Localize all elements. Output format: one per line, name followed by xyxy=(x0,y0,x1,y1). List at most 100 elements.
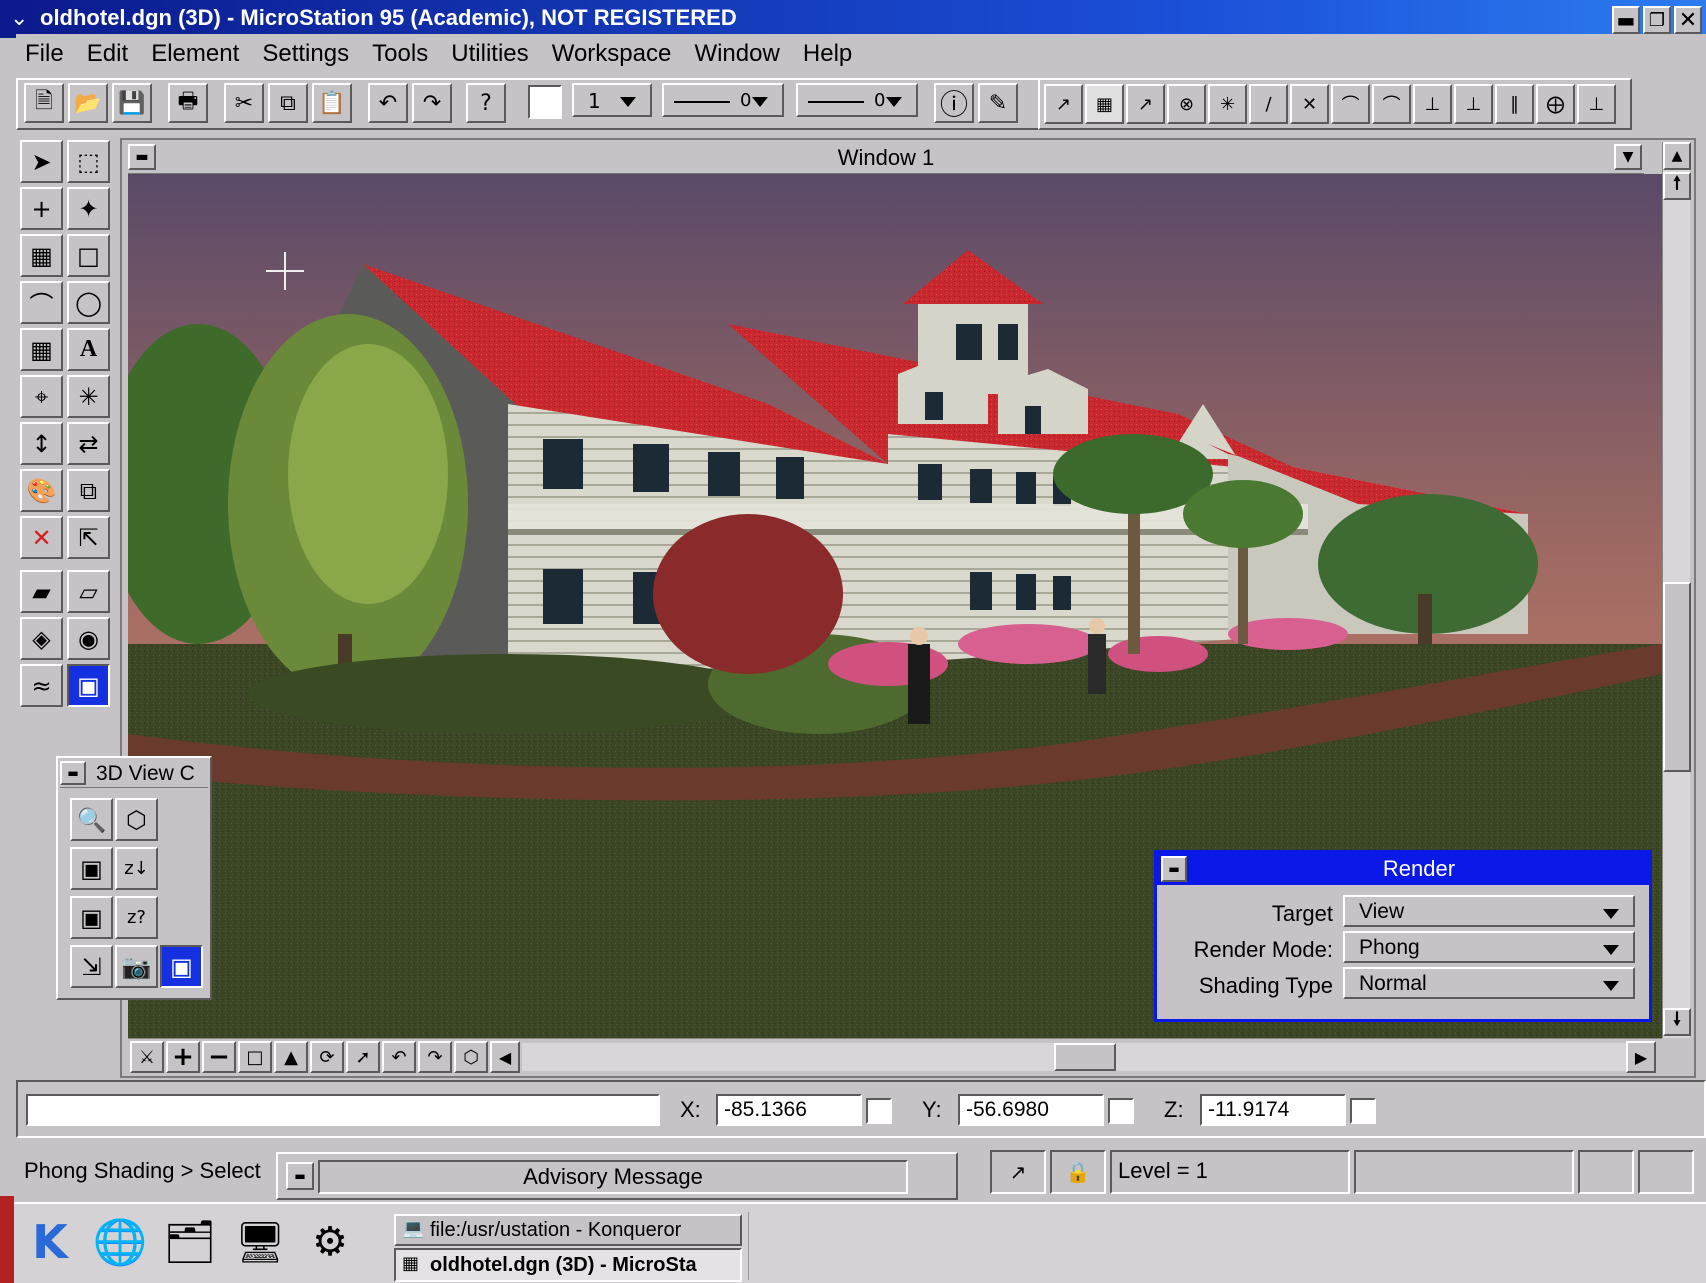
menu-file[interactable]: File xyxy=(16,34,73,74)
scroll-down-icon[interactable]: 🠗 xyxy=(1663,1008,1691,1036)
snap-bisector-icon[interactable]: ∕ xyxy=(1249,84,1288,124)
camera-icon[interactable]: 📷 xyxy=(115,945,158,988)
menu-help[interactable]: Help xyxy=(794,34,861,74)
snap-center-icon[interactable]: ⊗ xyxy=(1167,84,1206,124)
save-icon[interactable]: 💾 xyxy=(112,83,152,123)
scale-icon[interactable]: ⇱ xyxy=(67,516,110,559)
line-weight-combo[interactable]: 0 xyxy=(796,83,918,117)
dimension-size-icon[interactable]: ⇄ xyxy=(67,422,110,465)
solid-modify-icon[interactable]: ◉ xyxy=(67,617,110,660)
x-lock-checkbox[interactable] xyxy=(866,1098,892,1124)
arc-icon[interactable]: ⌒ xyxy=(20,281,63,324)
menu-tools[interactable]: Tools xyxy=(363,34,437,74)
info-icon[interactable]: ⓘ xyxy=(934,83,974,123)
snap-perpendicular-icon[interactable]: ⊥ xyxy=(1413,84,1452,124)
pan-view-icon[interactable]: ➚ xyxy=(346,1041,380,1073)
cell-icon[interactable]: ▦ xyxy=(20,328,63,371)
hatch-icon[interactable]: ▦ xyxy=(20,234,63,277)
fence-icon[interactable]: ⬚ xyxy=(67,140,110,183)
vertical-scroll-thumb[interactable] xyxy=(1663,582,1691,772)
menu-utilities[interactable]: Utilities xyxy=(442,34,537,74)
horizontal-scrollbar[interactable] xyxy=(522,1043,1626,1071)
home-folder-icon[interactable]: 🗂 xyxy=(158,1210,222,1274)
maximize-icon[interactable]: ❐ xyxy=(1643,6,1671,34)
zoom-view-icon[interactable]: 🔍 xyxy=(70,798,113,841)
browser-globe-icon[interactable]: 🌐 xyxy=(88,1210,152,1274)
text-icon[interactable]: A xyxy=(67,328,110,371)
palette-icon[interactable]: 🎨 xyxy=(20,469,63,512)
select-element-icon[interactable]: ➤ xyxy=(20,140,63,183)
level-combo[interactable]: 1 xyxy=(572,83,652,117)
task-konqueror[interactable]: 💻 file:/usr/ustation - Konqueror xyxy=(394,1214,742,1246)
view-cube-icon[interactable]: ⬡ xyxy=(454,1041,488,1073)
window-area-icon[interactable]: □ xyxy=(238,1041,272,1073)
snap-through-point-icon[interactable]: ⨁ xyxy=(1536,84,1575,124)
menu-window[interactable]: Window xyxy=(685,34,788,74)
modify-icon[interactable]: ✳ xyxy=(67,375,110,418)
new-file-icon[interactable]: 🗎 xyxy=(24,83,64,123)
scroll-up-icon[interactable]: 🠕 xyxy=(1663,172,1691,200)
zoom-out-icon[interactable]: − xyxy=(202,1041,236,1073)
view-previous-icon[interactable]: ↶ xyxy=(382,1041,416,1073)
minimize-icon[interactable]: ▬ xyxy=(1612,6,1640,34)
rotate-view-icon[interactable]: ⟳ xyxy=(310,1041,344,1073)
scroll-left-icon[interactable]: ◀ xyxy=(490,1041,520,1073)
fit-view-icon[interactable]: ▲ xyxy=(274,1041,308,1073)
snap-nearest-icon[interactable]: ↗ xyxy=(1044,84,1083,124)
print-icon[interactable]: 🖶 xyxy=(168,83,208,123)
palette-menu-icon[interactable]: ▬ xyxy=(60,761,86,785)
z-coordinate-field[interactable]: -11.9174 xyxy=(1200,1094,1346,1126)
delete-icon[interactable]: ✕ xyxy=(20,516,63,559)
snap-intersection-icon[interactable]: ✕ xyxy=(1290,84,1329,124)
zoom-in-icon[interactable]: + xyxy=(166,1041,200,1073)
menu-edit[interactable]: Edit xyxy=(78,34,137,74)
render-cube-icon[interactable]: ▣ xyxy=(67,664,110,707)
manipulate-icon[interactable]: ✦ xyxy=(67,187,110,230)
mesh-icon[interactable]: ≈ xyxy=(20,664,63,707)
view-window-dropdown-icon[interactable]: ▼ xyxy=(1614,144,1642,170)
snap-tangent-icon[interactable]: ⌒ xyxy=(1331,84,1370,124)
snap-tangent-from-icon[interactable]: ⌒ xyxy=(1372,84,1411,124)
app-launcher-icon[interactable]: ⚙ xyxy=(298,1210,362,1274)
view-rotation-icon[interactable]: ⬡ xyxy=(115,798,158,841)
change-view-depth-icon[interactable]: z↓ xyxy=(115,847,158,890)
tool-settings-icon[interactable]: ✎ xyxy=(978,83,1018,123)
snap-point-on-icon[interactable]: ⊥ xyxy=(1577,84,1616,124)
surface-modify-icon[interactable]: ▱ xyxy=(67,570,110,613)
redo-icon[interactable]: ↷ xyxy=(412,83,452,123)
camera-setup-icon[interactable]: ▣ xyxy=(70,847,113,890)
place-point-icon[interactable]: + xyxy=(20,187,63,230)
cut-icon[interactable]: ✂ xyxy=(224,83,264,123)
undo-icon[interactable]: ↶ xyxy=(368,83,408,123)
menu-workspace[interactable]: Workspace xyxy=(543,34,681,74)
kde-menu-icon[interactable]: K xyxy=(18,1210,82,1274)
terminal-icon[interactable]: 🖥 xyxy=(228,1210,292,1274)
display-depth-icon[interactable]: ▣ xyxy=(70,896,113,939)
open-file-icon[interactable]: 📂 xyxy=(68,83,108,123)
scroll-top-icon[interactable]: ▲ xyxy=(1663,142,1691,170)
x-coordinate-field[interactable]: -85.1366 xyxy=(716,1094,862,1126)
paste-icon[interactable]: 📋 xyxy=(312,83,352,123)
snap-mode-icon[interactable]: ↗ xyxy=(990,1150,1046,1194)
solid-icon[interactable]: ◈ xyxy=(20,617,63,660)
rectangle-icon[interactable]: □ xyxy=(67,234,110,277)
render-view-icon[interactable]: ▣ xyxy=(160,945,203,988)
window-menu-icon[interactable]: ⌄ xyxy=(10,8,34,30)
menu-settings[interactable]: Settings xyxy=(253,34,358,74)
target-dropdown[interactable]: View xyxy=(1343,895,1635,927)
show-depth-icon[interactable]: z? xyxy=(115,896,158,939)
render-mode-dropdown[interactable]: Phong xyxy=(1343,931,1635,963)
snap-midpoint-icon[interactable]: ↗ xyxy=(1126,84,1165,124)
color-swatch[interactable] xyxy=(528,85,562,119)
snap-keypoint-icon[interactable]: ▦ xyxy=(1085,84,1124,124)
y-coordinate-field[interactable]: -56.6980 xyxy=(958,1094,1104,1126)
snap-parallel-icon[interactable]: ∥ xyxy=(1495,84,1534,124)
y-lock-checkbox[interactable] xyxy=(1108,1098,1134,1124)
copy-element-icon[interactable]: ⧉ xyxy=(67,469,110,512)
update-view-icon[interactable]: ⚔ xyxy=(130,1041,164,1073)
surface-icon[interactable]: ▰ xyxy=(20,570,63,613)
line-style-combo[interactable]: 0 xyxy=(662,83,784,117)
view-next-icon[interactable]: ↷ xyxy=(418,1041,452,1073)
vertical-scrollbar[interactable]: ▲ 🠕 🠗 xyxy=(1662,142,1691,1038)
task-microstation[interactable]: ▦ oldhotel.dgn (3D) - MicroSta xyxy=(394,1248,742,1282)
